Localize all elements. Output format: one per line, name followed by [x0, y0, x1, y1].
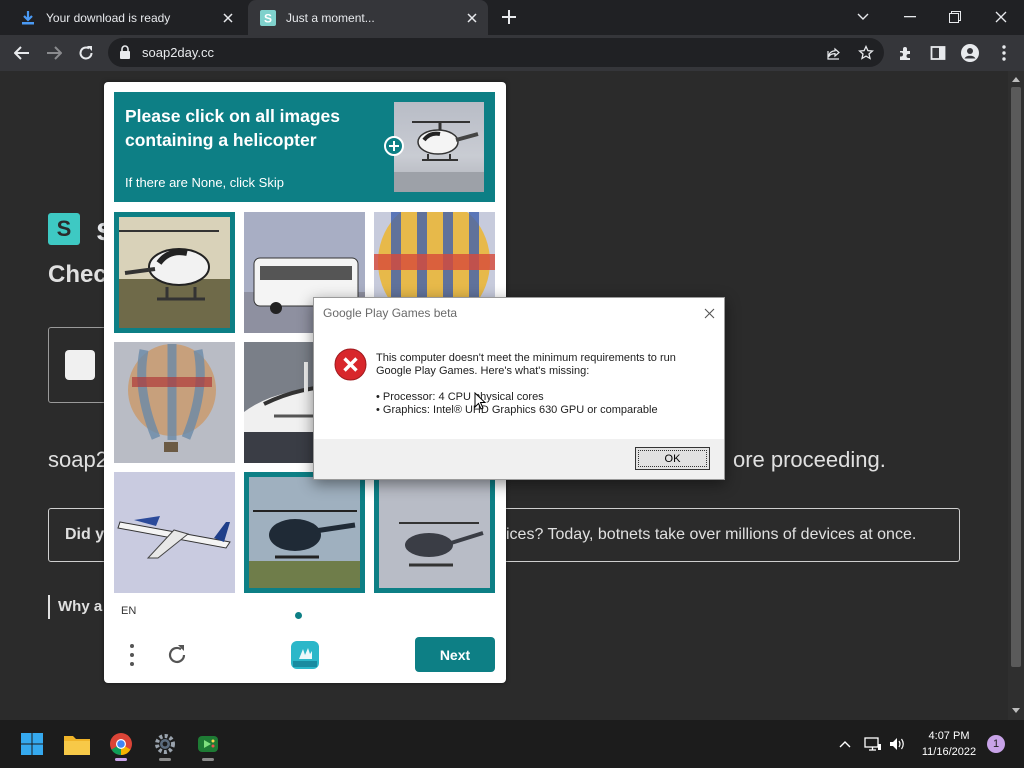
svg-text:S: S	[264, 11, 272, 25]
scroll-up-icon[interactable]	[1011, 74, 1021, 84]
browser-toolbar: soap2day.cc	[0, 35, 1024, 71]
window-close-icon[interactable]	[986, 3, 1016, 31]
google-play-games-icon[interactable]	[190, 726, 226, 762]
share-icon[interactable]	[824, 43, 844, 63]
why-heading: Why a	[58, 598, 103, 615]
close-tab-icon[interactable]	[216, 6, 240, 30]
download-arrow-icon	[20, 10, 36, 26]
language-selector[interactable]: EN	[121, 605, 136, 617]
windows-taskbar: 4:07 PM 11/16/2022 1	[0, 720, 1024, 768]
soap2day-favicon: S	[260, 9, 276, 26]
menu-dots-icon[interactable]	[122, 642, 142, 668]
dialog-close-icon[interactable]	[700, 304, 718, 322]
profile-avatar-icon[interactable]	[956, 39, 984, 67]
image-tile-airplane[interactable]	[114, 472, 235, 593]
more-menu-icon[interactable]	[990, 39, 1018, 67]
page-scrollbar[interactable]	[1008, 71, 1024, 720]
tab-title: Your download is ready	[46, 10, 171, 25]
challenge-prompt: Please click on all images containing a …	[125, 106, 340, 150]
tab-download[interactable]: Your download is ready	[8, 0, 244, 35]
dialog-footer: OK	[314, 439, 724, 479]
settings-gear-icon[interactable]	[147, 726, 183, 762]
missing-requirements-list: • Processor: 4 CPU physical cores • Grap…	[376, 391, 716, 417]
active-indicator	[115, 758, 127, 761]
scroll-thumb[interactable]	[1011, 87, 1021, 667]
dialog-body: This computer doesn't meet the minimum r…	[314, 335, 724, 439]
extensions-puzzle-icon[interactable]	[892, 39, 920, 67]
zoom-plus-icon[interactable]	[384, 136, 404, 156]
minimize-icon[interactable]	[895, 3, 925, 31]
tab-strip: Your download is ready S Just a moment..…	[0, 0, 1024, 35]
dialog-title: Google Play Games beta	[323, 306, 458, 320]
refresh-icon[interactable]	[164, 642, 190, 668]
clock-time: 4:07 PM	[928, 730, 970, 742]
notification-badge[interactable]: 1	[987, 735, 1005, 753]
image-tile-helicopter[interactable]	[374, 472, 495, 593]
image-tile-helicopter[interactable]	[244, 472, 365, 593]
scroll-down-icon[interactable]	[1011, 705, 1021, 715]
bookmark-star-icon[interactable]	[856, 43, 876, 63]
requirement-graphics: • Graphics: Intel® UHD Graphics 630 GPU …	[376, 404, 658, 416]
quote-bar	[48, 595, 50, 619]
system-clock[interactable]: 4:07 PM 11/16/2022	[913, 728, 985, 760]
running-indicator	[159, 758, 171, 761]
google-play-games-dialog: Google Play Games beta This computer doe…	[313, 297, 725, 480]
network-icon[interactable]	[862, 734, 884, 754]
side-panel-icon[interactable]	[924, 39, 952, 67]
volume-icon[interactable]	[886, 734, 908, 754]
image-tile-helicopter[interactable]	[114, 212, 235, 333]
error-icon	[334, 348, 367, 381]
chrome-icon[interactable]	[103, 726, 139, 762]
requirement-processor: • Processor: 4 CPU physical cores	[376, 391, 544, 403]
back-icon[interactable]	[8, 39, 36, 67]
example-image[interactable]	[394, 102, 484, 192]
address-bar[interactable]: soap2day.cc	[108, 38, 884, 67]
mouse-cursor-icon	[474, 392, 486, 410]
restore-icon[interactable]	[940, 3, 970, 31]
site-logo: S	[48, 213, 80, 245]
dialog-message: This computer doesn't meet the minimum r…	[376, 352, 716, 378]
hcaptcha-logo-icon[interactable]	[288, 638, 322, 672]
start-windows-icon[interactable]	[14, 726, 50, 762]
clock-date: 11/16/2022	[921, 746, 977, 758]
file-explorer-icon[interactable]	[59, 726, 95, 762]
image-tile-hot-air-balloon[interactable]	[114, 342, 235, 463]
challenge-header: Please click on all images containing a …	[114, 92, 495, 202]
page-indicator-dot	[295, 612, 302, 619]
close-tab-icon[interactable]	[460, 6, 484, 30]
message-line-2: Google Play Games. Here's what's missing…	[376, 365, 590, 377]
new-tab-button[interactable]	[498, 6, 520, 28]
review-text-start: soap2	[48, 447, 108, 472]
ok-button[interactable]: OK	[635, 447, 710, 470]
running-indicator	[202, 758, 214, 761]
reload-icon[interactable]	[72, 39, 100, 67]
review-text-end: ore proceeding.	[732, 447, 886, 472]
tab-just-a-moment[interactable]: S Just a moment...	[248, 0, 488, 35]
next-button[interactable]: Next	[415, 637, 495, 672]
show-hidden-icons-chevron-icon[interactable]	[834, 734, 856, 754]
challenge-subprompt: If there are None, click Skip	[125, 175, 284, 190]
tab-title: Just a moment...	[286, 10, 375, 25]
info-text: ices? Today, botnets take over millions …	[506, 526, 917, 543]
tab-search-chevron-icon[interactable]	[848, 3, 878, 31]
lock-icon[interactable]	[119, 45, 131, 59]
verify-checkbox[interactable]	[65, 350, 95, 380]
forward-icon[interactable]	[40, 39, 68, 67]
url-text: soap2day.cc	[142, 45, 215, 60]
message-line-1: This computer doesn't meet the minimum r…	[376, 352, 676, 364]
